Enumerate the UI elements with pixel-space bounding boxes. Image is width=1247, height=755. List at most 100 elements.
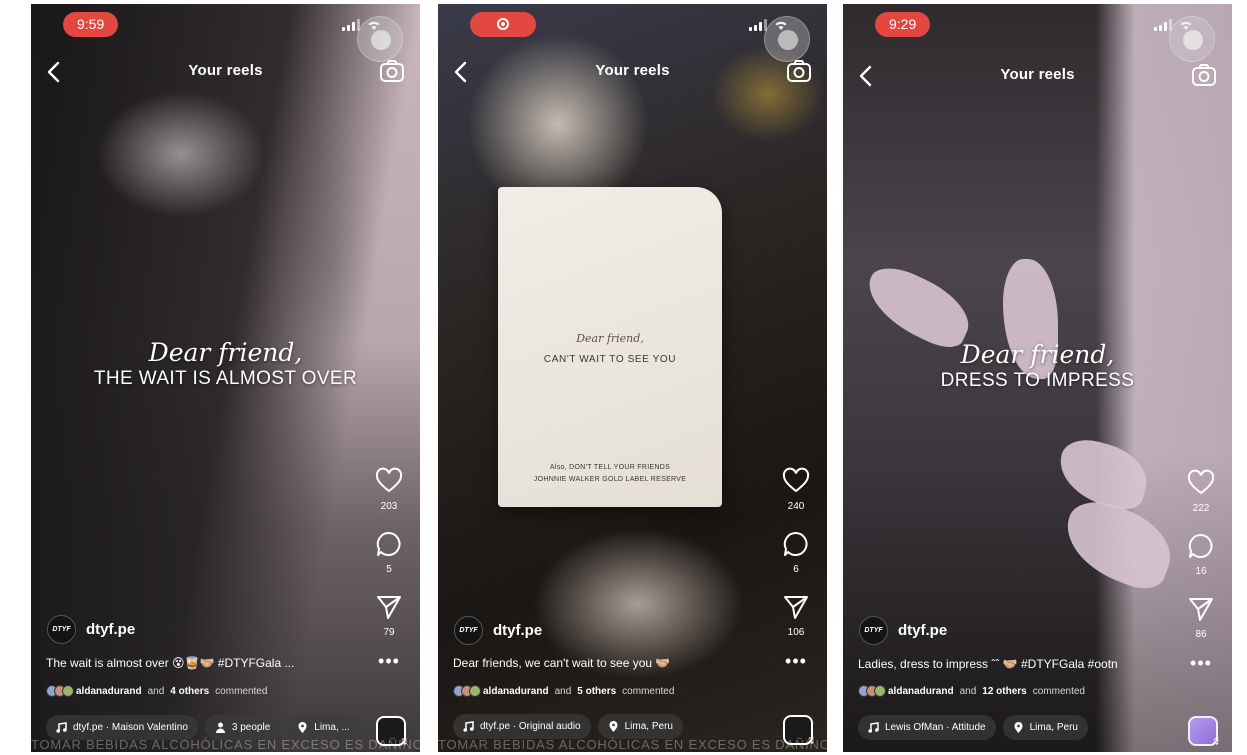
audio-thumbnail-button[interactable]: ♫	[1188, 716, 1220, 748]
commenter-others: 12 others	[982, 685, 1027, 697]
commenter-avatars	[453, 685, 481, 697]
commenter-suffix: commented	[1032, 685, 1085, 697]
card-script-text: Dear friend,	[576, 332, 644, 345]
alcohol-disclaimer: TOMAR BEBIDAS ALCOHÓLICAS EN EXCESO ES D…	[31, 737, 420, 752]
commenters-row[interactable]: aldanadurand and 4 others commented	[46, 685, 267, 697]
reel-caption[interactable]: Dear friends, we can't wait to see you 🤝…	[453, 656, 670, 670]
cellular-signal-icon	[342, 19, 360, 31]
cellular-signal-icon	[1154, 19, 1172, 31]
audio-chip[interactable]: Lewis OfMan · Attitude	[858, 715, 996, 740]
share-paper-plane-icon[interactable]	[782, 593, 810, 621]
username[interactable]: dtyf.pe	[86, 621, 135, 638]
music-note-icon	[463, 721, 474, 732]
commenter-others: 5 others	[577, 685, 617, 697]
comments-count: 6	[793, 564, 799, 575]
page-title: Your reels	[188, 62, 263, 79]
camera-icon[interactable]	[379, 59, 405, 83]
reel-chips: Lewis OfMan · Attitude Lima, Peru	[858, 715, 1088, 740]
card-footnote-2: JOHNNIE WALKER GOLD LABEL RESERVE	[533, 476, 687, 483]
location-pin-icon	[609, 721, 618, 732]
audio-chip-label: dtyf.pe · Maison Valentino	[73, 722, 188, 733]
commenter-and: and	[959, 685, 977, 697]
heart-icon[interactable]	[782, 467, 810, 495]
assistive-touch-button[interactable]	[1169, 16, 1215, 62]
location-pin-icon	[298, 722, 307, 733]
commenters-row[interactable]: aldanadurand and 12 others commented	[858, 685, 1085, 697]
more-options-icon[interactable]: •••	[1184, 654, 1218, 672]
avatar[interactable]: DTYF	[859, 616, 888, 645]
commenters-row[interactable]: aldanadurand and 5 others commented	[453, 685, 674, 697]
avatar[interactable]: DTYF	[47, 615, 76, 644]
more-options-icon[interactable]: •••	[372, 652, 406, 670]
commenter-name: aldanadurand	[76, 685, 142, 697]
camera-icon[interactable]	[1191, 63, 1217, 87]
location-chip[interactable]: Lima, Peru	[597, 714, 683, 739]
reel-caption[interactable]: Ladies, dress to impress ˆˆ 🤝🏼 #DTYFGala…	[858, 657, 1118, 671]
record-icon	[497, 18, 509, 31]
overlay-script-text: Dear friend,	[148, 338, 303, 367]
audio-chip-label: Lewis OfMan · Attitude	[885, 722, 986, 733]
music-note-icon: ♫	[1210, 733, 1220, 748]
commenter-avatars	[46, 685, 74, 697]
likes-count: 222	[1192, 503, 1210, 514]
reel-text-overlay: Dear friend, DRESS TO IMPRESS	[843, 341, 1232, 393]
reel-text-overlay: Dear friend, THE WAIT IS ALMOST OVER	[31, 339, 420, 391]
account-row[interactable]: DTYF dtyf.pe	[47, 615, 135, 644]
reel-actions: 203 5 79 •••	[372, 467, 406, 670]
card-headline: CAN'T WAIT TO SEE YOU	[543, 354, 677, 365]
commenter-and: and	[554, 685, 572, 697]
reel-actions: 222 16 86 •••	[1184, 469, 1218, 672]
status-time: 9:29	[875, 12, 931, 37]
comments-count: 5	[386, 564, 392, 575]
people-chip-label: 3 people	[231, 722, 271, 733]
assistive-touch-button[interactable]	[764, 16, 810, 62]
commenter-others: 4 others	[170, 685, 210, 697]
avatar[interactable]: DTYF	[454, 616, 483, 645]
person-icon	[215, 722, 225, 733]
location-pin-icon	[1014, 722, 1023, 733]
cellular-signal-icon	[749, 19, 767, 31]
card-footnote-1: Also, DON'T TELL YOUR FRIENDS	[549, 464, 671, 471]
reel-screen-1: 9:59 Your reels Dear friend, THE WAIT IS…	[31, 4, 420, 752]
overlay-script-text: Dear friend,	[960, 340, 1115, 369]
shares-count: 106	[787, 627, 805, 638]
commenter-name: aldanadurand	[483, 685, 549, 697]
page-title: Your reels	[1000, 66, 1075, 83]
more-options-icon[interactable]: •••	[779, 652, 813, 670]
account-row[interactable]: DTYF dtyf.pe	[859, 616, 947, 645]
location-chip-label: Lima, ...	[314, 722, 350, 733]
location-chip-label: Lima, Peru	[624, 721, 673, 732]
heart-icon[interactable]	[1187, 469, 1215, 497]
location-chip-label: Lima, Peru	[1029, 722, 1078, 733]
reel-screen-3: 9:29 Your reels Dear friend, DRESS TO IM…	[843, 4, 1232, 752]
music-note-icon	[868, 722, 879, 733]
shares-count: 86	[1195, 629, 1207, 640]
username[interactable]: dtyf.pe	[898, 622, 947, 639]
comment-icon[interactable]	[782, 530, 810, 558]
comment-icon[interactable]	[1187, 532, 1215, 560]
audio-chip[interactable]: dtyf.pe · Original audio	[453, 714, 591, 739]
share-paper-plane-icon[interactable]	[375, 593, 403, 621]
assistive-touch-button[interactable]	[357, 16, 403, 62]
commenter-name: aldanadurand	[888, 685, 954, 697]
comments-count: 16	[1195, 566, 1207, 577]
comment-icon[interactable]	[375, 530, 403, 558]
username[interactable]: dtyf.pe	[493, 622, 542, 639]
music-note-icon	[56, 722, 67, 733]
alcohol-disclaimer: TOMAR BEBIDAS ALCOHÓLICAS EN EXCESO ES D…	[438, 737, 827, 752]
reel-caption[interactable]: The wait is almost over 😵🥃🤝🏼 #DTYFGala .…	[46, 656, 294, 670]
screen-recording-indicator[interactable]	[470, 12, 536, 37]
location-chip[interactable]: Lima, Peru	[1002, 715, 1088, 740]
commenter-and: and	[147, 685, 165, 697]
reel-screen-2: Dear friend, CAN'T WAIT TO SEE YOU Also,…	[438, 4, 827, 752]
likes-count: 240	[787, 501, 805, 512]
camera-icon[interactable]	[786, 59, 812, 83]
account-row[interactable]: DTYF dtyf.pe	[454, 616, 542, 645]
commenter-suffix: commented	[622, 685, 675, 697]
likes-count: 203	[380, 501, 398, 512]
overlay-headline: THE WAIT IS ALMOST OVER	[93, 368, 358, 389]
heart-icon[interactable]	[375, 467, 403, 495]
shares-count: 79	[383, 627, 395, 638]
invitation-card: Dear friend, CAN'T WAIT TO SEE YOU Also,…	[498, 187, 722, 507]
share-paper-plane-icon[interactable]	[1187, 595, 1215, 623]
